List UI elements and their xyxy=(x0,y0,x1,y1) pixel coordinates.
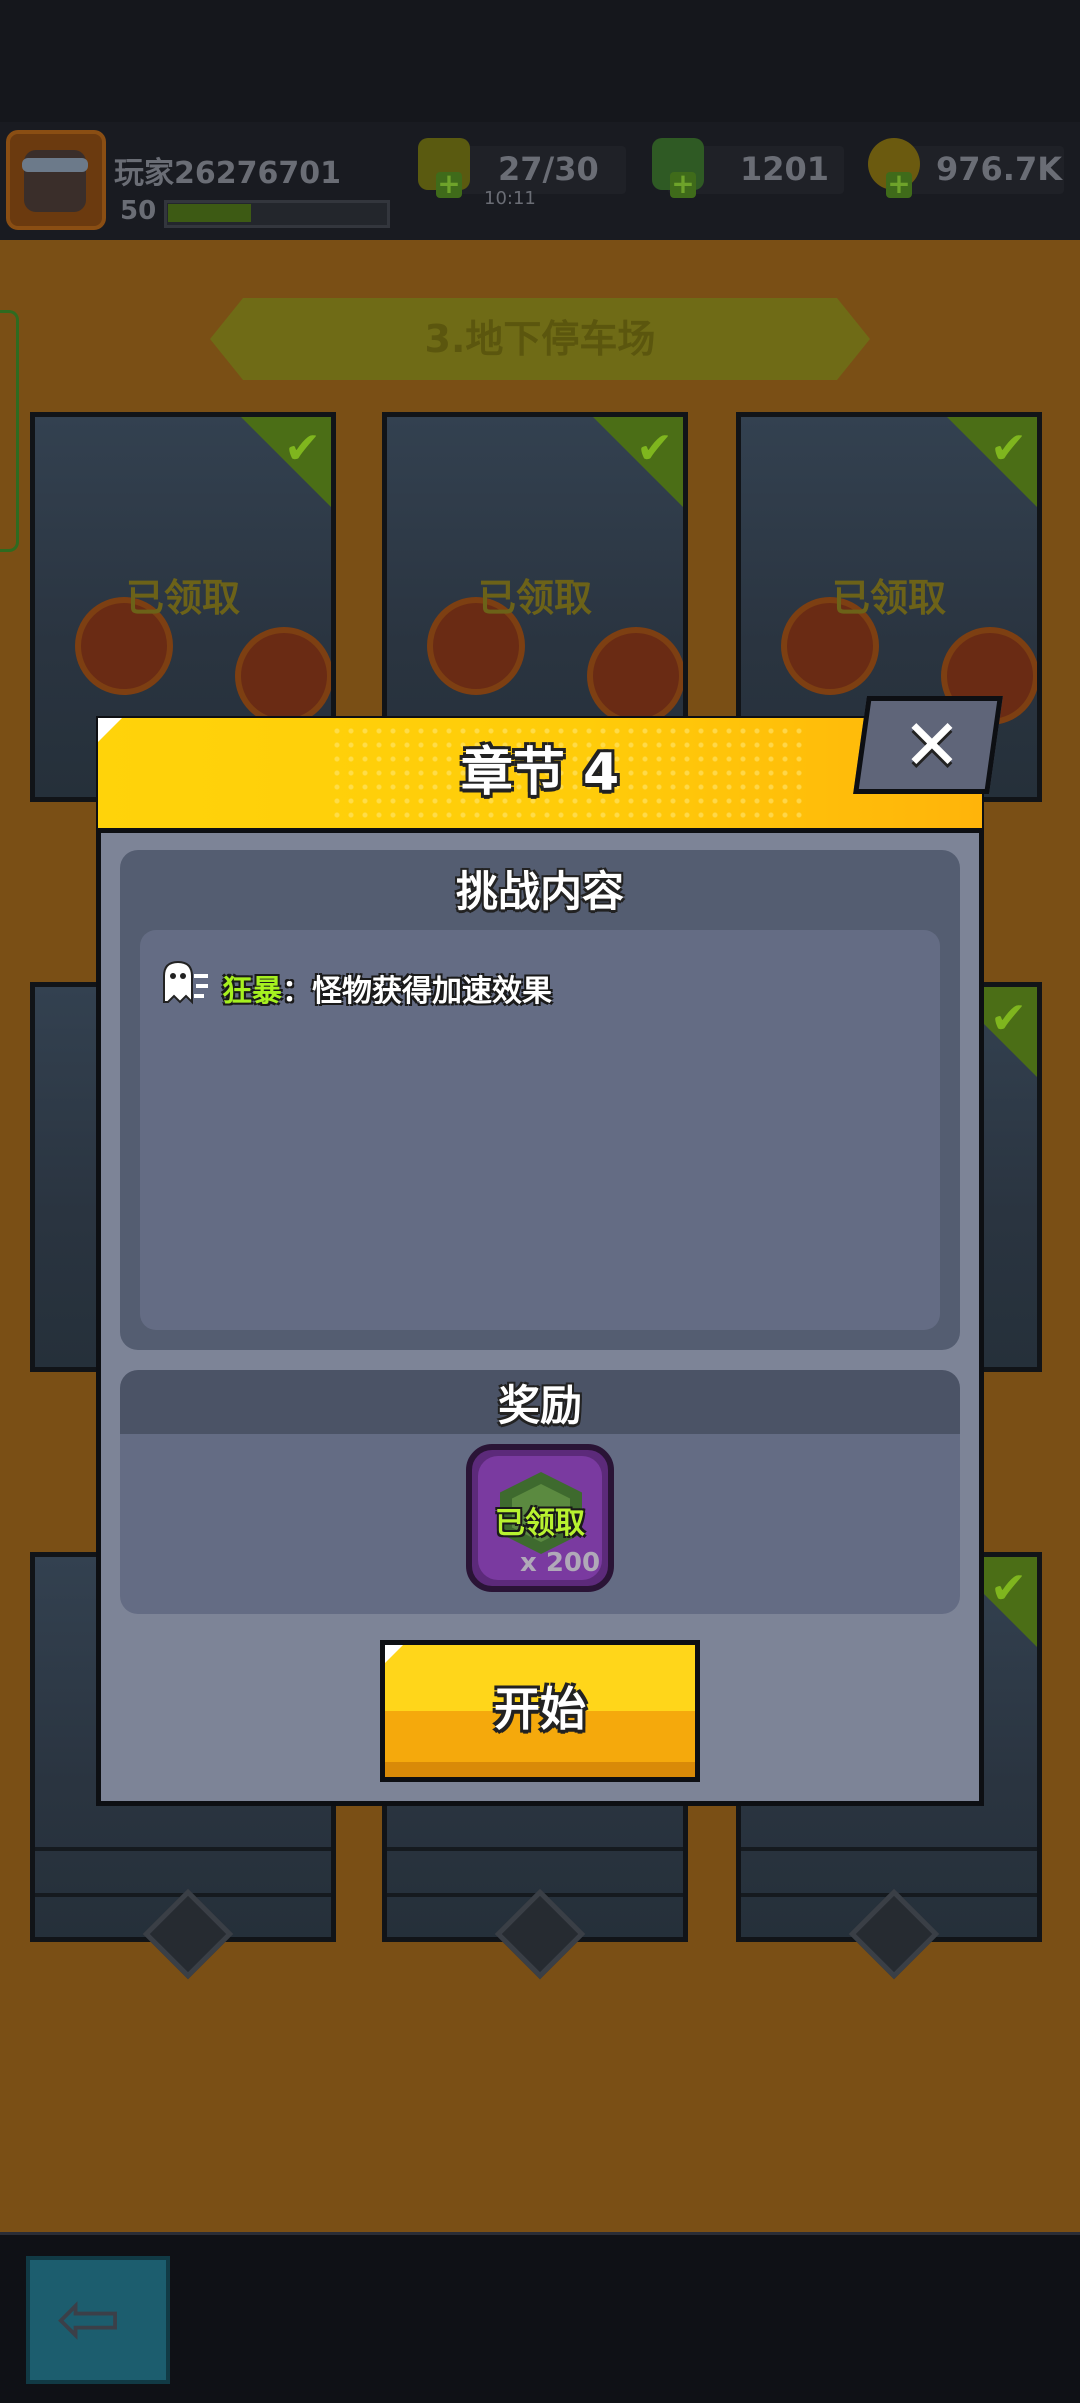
start-button-label[interactable]: 开始 xyxy=(380,1640,700,1782)
effect-description: ：怪物获得加速效果 xyxy=(282,974,552,1009)
dialog-title: 章节 4 xyxy=(460,743,620,803)
reward-title: 奖励 xyxy=(497,1381,582,1430)
reward-quantity: x 200 xyxy=(520,1548,601,1578)
challenge-effect: 狂暴：怪物获得加速效果 xyxy=(222,966,552,1010)
ghost-icon xyxy=(163,960,208,1005)
effect-keyword: 狂暴 xyxy=(222,974,282,1009)
reward-status: 已领取 xyxy=(495,1506,585,1541)
challenge-title: 挑战内容 xyxy=(455,867,624,916)
close-icon[interactable]: ✕ xyxy=(880,696,984,794)
